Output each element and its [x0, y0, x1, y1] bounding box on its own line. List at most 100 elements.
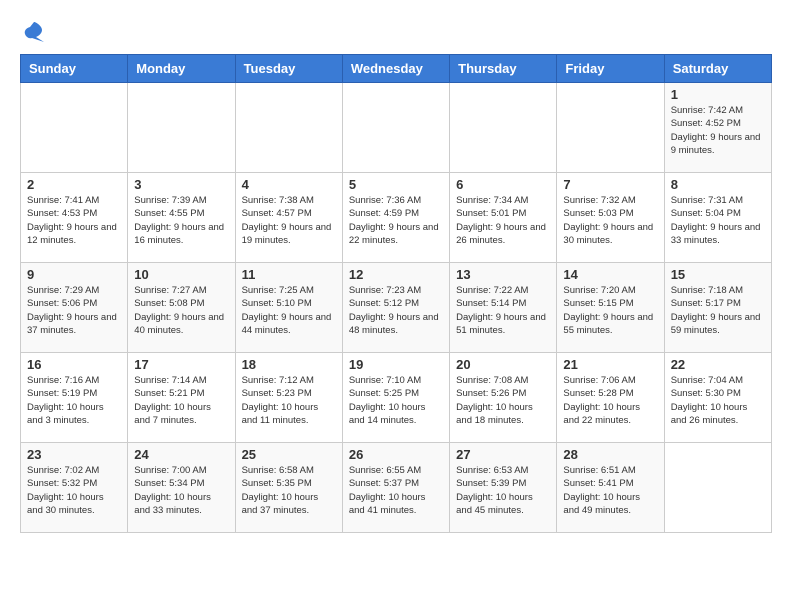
day-number: 17	[134, 357, 228, 372]
logo-bird-icon	[22, 20, 46, 44]
calendar-cell: 22 Sunrise: 7:04 AM Sunset: 5:30 PM Dayli…	[664, 353, 771, 443]
day-info: Sunrise: 7:42 AM Sunset: 4:52 PM Dayligh…	[671, 104, 765, 157]
day-info: Sunrise: 7:31 AM Sunset: 5:04 PM Dayligh…	[671, 194, 765, 247]
day-info: Sunrise: 7:25 AM Sunset: 5:10 PM Dayligh…	[242, 284, 336, 337]
day-info: Sunrise: 7:34 AM Sunset: 5:01 PM Dayligh…	[456, 194, 550, 247]
day-number: 13	[456, 267, 550, 282]
calendar-cell: 21 Sunrise: 7:06 AM Sunset: 5:28 PM Dayli…	[557, 353, 664, 443]
day-info: Sunrise: 7:23 AM Sunset: 5:12 PM Dayligh…	[349, 284, 443, 337]
calendar-cell: 12 Sunrise: 7:23 AM Sunset: 5:12 PM Dayli…	[342, 263, 449, 353]
calendar-week-5: 23 Sunrise: 7:02 AM Sunset: 5:32 PM Dayli…	[21, 443, 772, 533]
day-header-friday: Friday	[557, 55, 664, 83]
day-info: Sunrise: 7:27 AM Sunset: 5:08 PM Dayligh…	[134, 284, 228, 337]
calendar-cell: 7 Sunrise: 7:32 AM Sunset: 5:03 PM Daylig…	[557, 173, 664, 263]
day-info: Sunrise: 7:04 AM Sunset: 5:30 PM Dayligh…	[671, 374, 765, 427]
calendar-cell: 19 Sunrise: 7:10 AM Sunset: 5:25 PM Dayli…	[342, 353, 449, 443]
day-info: Sunrise: 7:36 AM Sunset: 4:59 PM Dayligh…	[349, 194, 443, 247]
calendar-cell	[342, 83, 449, 173]
day-info: Sunrise: 6:51 AM Sunset: 5:41 PM Dayligh…	[563, 464, 657, 517]
day-header-sunday: Sunday	[21, 55, 128, 83]
day-info: Sunrise: 7:39 AM Sunset: 4:55 PM Dayligh…	[134, 194, 228, 247]
day-number: 10	[134, 267, 228, 282]
calendar-cell: 11 Sunrise: 7:25 AM Sunset: 5:10 PM Dayli…	[235, 263, 342, 353]
day-number: 22	[671, 357, 765, 372]
day-number: 16	[27, 357, 121, 372]
day-info: Sunrise: 7:32 AM Sunset: 5:03 PM Dayligh…	[563, 194, 657, 247]
day-info: Sunrise: 7:06 AM Sunset: 5:28 PM Dayligh…	[563, 374, 657, 427]
day-number: 15	[671, 267, 765, 282]
calendar-cell: 13 Sunrise: 7:22 AM Sunset: 5:14 PM Dayli…	[450, 263, 557, 353]
day-info: Sunrise: 7:14 AM Sunset: 5:21 PM Dayligh…	[134, 374, 228, 427]
day-info: Sunrise: 7:29 AM Sunset: 5:06 PM Dayligh…	[27, 284, 121, 337]
calendar-cell: 1 Sunrise: 7:42 AM Sunset: 4:52 PM Daylig…	[664, 83, 771, 173]
calendar-cell: 17 Sunrise: 7:14 AM Sunset: 5:21 PM Dayli…	[128, 353, 235, 443]
day-number: 19	[349, 357, 443, 372]
day-header-tuesday: Tuesday	[235, 55, 342, 83]
calendar-cell: 26Sunrise: 6:55 AM Sunset: 5:37 PM Dayli…	[342, 443, 449, 533]
day-header-monday: Monday	[128, 55, 235, 83]
day-info: Sunrise: 7:02 AM Sunset: 5:32 PM Dayligh…	[27, 464, 121, 517]
calendar-cell: 3 Sunrise: 7:39 AM Sunset: 4:55 PM Daylig…	[128, 173, 235, 263]
calendar-cell: 18 Sunrise: 7:12 AM Sunset: 5:23 PM Dayli…	[235, 353, 342, 443]
calendar-week-4: 16 Sunrise: 7:16 AM Sunset: 5:19 PM Dayli…	[21, 353, 772, 443]
day-number: 4	[242, 177, 336, 192]
day-info: Sunrise: 7:16 AM Sunset: 5:19 PM Dayligh…	[27, 374, 121, 427]
day-info: Sunrise: 6:55 AM Sunset: 5:37 PM Dayligh…	[349, 464, 443, 517]
calendar-cell: 27 Sunrise: 6:53 AM Sunset: 5:39 PM Dayli…	[450, 443, 557, 533]
day-number: 9	[27, 267, 121, 282]
day-number: 5	[349, 177, 443, 192]
day-number: 2	[27, 177, 121, 192]
day-number: 20	[456, 357, 550, 372]
day-number: 23	[27, 447, 121, 462]
day-number: 24	[134, 447, 228, 462]
calendar-cell	[557, 83, 664, 173]
calendar-cell: 23 Sunrise: 7:02 AM Sunset: 5:32 PM Dayli…	[21, 443, 128, 533]
calendar-cell: 15Sunrise: 7:18 AM Sunset: 5:17 PM Dayli…	[664, 263, 771, 353]
calendar-cell: 14 Sunrise: 7:20 AM Sunset: 5:15 PM Dayli…	[557, 263, 664, 353]
calendar-cell: 16 Sunrise: 7:16 AM Sunset: 5:19 PM Dayli…	[21, 353, 128, 443]
day-number: 18	[242, 357, 336, 372]
calendar-cell: 25 Sunrise: 6:58 AM Sunset: 5:35 PM Dayli…	[235, 443, 342, 533]
calendar-cell: 5 Sunrise: 7:36 AM Sunset: 4:59 PM Daylig…	[342, 173, 449, 263]
day-header-thursday: Thursday	[450, 55, 557, 83]
calendar-cell: 4 Sunrise: 7:38 AM Sunset: 4:57 PM Daylig…	[235, 173, 342, 263]
days-of-week-row: SundayMondayTuesdayWednesdayThursdayFrid…	[21, 55, 772, 83]
header	[20, 20, 772, 44]
day-number: 14	[563, 267, 657, 282]
logo	[20, 20, 46, 44]
calendar-cell	[450, 83, 557, 173]
day-info: Sunrise: 7:41 AM Sunset: 4:53 PM Dayligh…	[27, 194, 121, 247]
day-number: 8	[671, 177, 765, 192]
day-info: Sunrise: 7:38 AM Sunset: 4:57 PM Dayligh…	[242, 194, 336, 247]
day-header-wednesday: Wednesday	[342, 55, 449, 83]
calendar-cell: 28 Sunrise: 6:51 AM Sunset: 5:41 PM Dayli…	[557, 443, 664, 533]
day-info: Sunrise: 7:08 AM Sunset: 5:26 PM Dayligh…	[456, 374, 550, 427]
day-header-saturday: Saturday	[664, 55, 771, 83]
day-number: 7	[563, 177, 657, 192]
day-number: 25	[242, 447, 336, 462]
calendar-cell	[235, 83, 342, 173]
calendar-week-1: 1 Sunrise: 7:42 AM Sunset: 4:52 PM Daylig…	[21, 83, 772, 173]
day-number: 28	[563, 447, 657, 462]
day-info: Sunrise: 6:58 AM Sunset: 5:35 PM Dayligh…	[242, 464, 336, 517]
calendar-cell	[128, 83, 235, 173]
day-info: Sunrise: 7:20 AM Sunset: 5:15 PM Dayligh…	[563, 284, 657, 337]
day-number: 11	[242, 267, 336, 282]
day-number: 3	[134, 177, 228, 192]
day-number: 27	[456, 447, 550, 462]
day-number: 21	[563, 357, 657, 372]
calendar-cell: 2 Sunrise: 7:41 AM Sunset: 4:53 PM Daylig…	[21, 173, 128, 263]
calendar-cell	[21, 83, 128, 173]
calendar-header: SundayMondayTuesdayWednesdayThursdayFrid…	[21, 55, 772, 83]
calendar-week-3: 9 Sunrise: 7:29 AM Sunset: 5:06 PM Daylig…	[21, 263, 772, 353]
day-info: Sunrise: 7:10 AM Sunset: 5:25 PM Dayligh…	[349, 374, 443, 427]
calendar-table: SundayMondayTuesdayWednesdayThursdayFrid…	[20, 54, 772, 533]
day-info: Sunrise: 7:12 AM Sunset: 5:23 PM Dayligh…	[242, 374, 336, 427]
day-info: Sunrise: 7:22 AM Sunset: 5:14 PM Dayligh…	[456, 284, 550, 337]
calendar-cell: 10 Sunrise: 7:27 AM Sunset: 5:08 PM Dayli…	[128, 263, 235, 353]
day-info: Sunrise: 6:53 AM Sunset: 5:39 PM Dayligh…	[456, 464, 550, 517]
calendar-cell: 20 Sunrise: 7:08 AM Sunset: 5:26 PM Dayli…	[450, 353, 557, 443]
day-number: 1	[671, 87, 765, 102]
day-info: Sunrise: 7:00 AM Sunset: 5:34 PM Dayligh…	[134, 464, 228, 517]
day-number: 12	[349, 267, 443, 282]
